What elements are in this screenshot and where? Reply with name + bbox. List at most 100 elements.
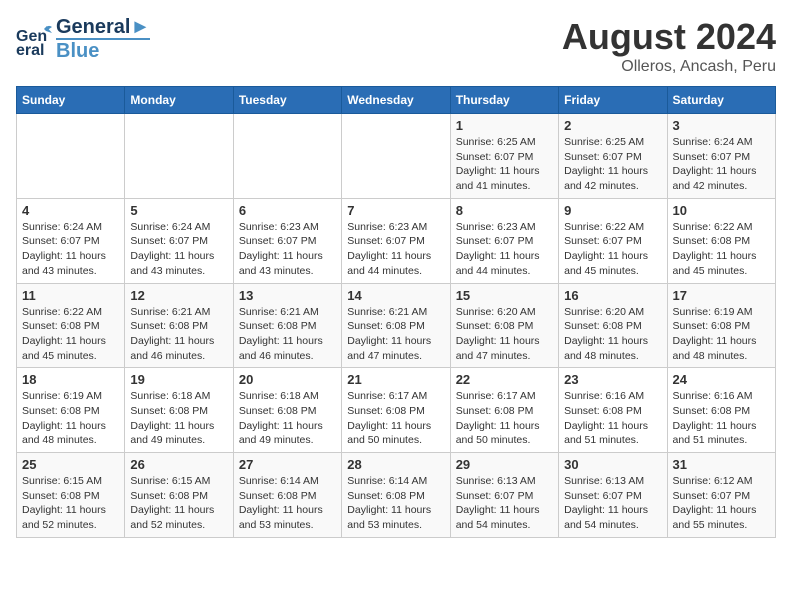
calendar-day-25: 25Sunrise: 6:15 AM Sunset: 6:08 PM Dayli… [17, 453, 125, 538]
day-number: 4 [22, 203, 119, 218]
day-info: Sunrise: 6:22 AM Sunset: 6:08 PM Dayligh… [22, 305, 119, 364]
day-info: Sunrise: 6:17 AM Sunset: 6:08 PM Dayligh… [347, 389, 444, 448]
day-info: Sunrise: 6:24 AM Sunset: 6:07 PM Dayligh… [22, 220, 119, 279]
calendar-day-7: 7 Sunrise: 6:23 AM Sunset: 6:07 PM Daylig… [342, 198, 450, 283]
empty-cell [342, 114, 450, 199]
day-info: Sunrise: 6:17 AM Sunset: 6:08 PM Dayligh… [456, 389, 553, 448]
calendar-day-19: 19 Sunrise: 6:18 AM Sunset: 6:08 PM Dayli… [125, 368, 233, 453]
calendar-day-29: 29 Sunrise: 6:13 AM Sunset: 6:07 PM Dayli… [450, 453, 558, 538]
day-info: Sunrise: 6:25 AM Sunset: 6:07 PM Dayligh… [456, 135, 553, 194]
day-number: 22 [456, 372, 553, 387]
day-number: 23 [564, 372, 661, 387]
column-header-sunday: Sunday [17, 87, 125, 114]
day-number: 16 [564, 288, 661, 303]
day-info: Sunrise: 6:14 AM Sunset: 6:08 PM Dayligh… [239, 474, 336, 533]
day-info: Sunrise: 6:13 AM Sunset: 6:07 PM Dayligh… [456, 474, 553, 533]
calendar-day-10: 10Sunrise: 6:22 AM Sunset: 6:08 PM Dayli… [667, 198, 775, 283]
day-number: 14 [347, 288, 444, 303]
calendar-day-12: 12 Sunrise: 6:21 AM Sunset: 6:08 PM Dayli… [125, 283, 233, 368]
column-header-monday: Monday [125, 87, 233, 114]
day-number: 12 [130, 288, 227, 303]
svg-text:eral: eral [16, 42, 44, 57]
calendar-day-21: 21 Sunrise: 6:17 AM Sunset: 6:08 PM Dayli… [342, 368, 450, 453]
calendar-week-1: 1 Sunrise: 6:25 AM Sunset: 6:07 PM Daylig… [17, 114, 776, 199]
page-subtitle: Olleros, Ancash, Peru [562, 58, 776, 76]
day-info: Sunrise: 6:13 AM Sunset: 6:07 PM Dayligh… [564, 474, 661, 533]
calendar-day-6: 6Sunrise: 6:23 AM Sunset: 6:07 PM Daylig… [233, 198, 341, 283]
column-header-saturday: Saturday [667, 87, 775, 114]
calendar-day-30: 30 Sunrise: 6:13 AM Sunset: 6:07 PM Dayli… [559, 453, 667, 538]
day-info: Sunrise: 6:20 AM Sunset: 6:08 PM Dayligh… [564, 305, 661, 364]
day-number: 29 [456, 457, 553, 472]
day-number: 18 [22, 372, 119, 387]
day-number: 25 [22, 457, 119, 472]
empty-cell [233, 114, 341, 199]
day-number: 21 [347, 372, 444, 387]
day-info: Sunrise: 6:19 AM Sunset: 6:08 PM Dayligh… [673, 305, 770, 364]
day-info: Sunrise: 6:21 AM Sunset: 6:08 PM Dayligh… [130, 305, 227, 364]
empty-cell [17, 114, 125, 199]
calendar-day-5: 5 Sunrise: 6:24 AM Sunset: 6:07 PM Daylig… [125, 198, 233, 283]
day-number: 7 [347, 203, 444, 218]
calendar-day-27: 27Sunrise: 6:14 AM Sunset: 6:08 PM Dayli… [233, 453, 341, 538]
calendar-week-4: 18 Sunrise: 6:19 AM Sunset: 6:08 PM Dayli… [17, 368, 776, 453]
title-area: August 2024 Olleros, Ancash, Peru [562, 16, 776, 76]
day-info: Sunrise: 6:14 AM Sunset: 6:08 PM Dayligh… [347, 474, 444, 533]
calendar-header-row: SundayMondayTuesdayWednesdayThursdayFrid… [17, 87, 776, 114]
page-title: August 2024 [562, 16, 776, 58]
day-info: Sunrise: 6:18 AM Sunset: 6:08 PM Dayligh… [239, 389, 336, 448]
day-number: 10 [673, 203, 770, 218]
day-number: 30 [564, 457, 661, 472]
column-header-tuesday: Tuesday [233, 87, 341, 114]
day-number: 6 [239, 203, 336, 218]
day-info: Sunrise: 6:20 AM Sunset: 6:08 PM Dayligh… [456, 305, 553, 364]
day-number: 11 [22, 288, 119, 303]
calendar-day-24: 24 Sunrise: 6:16 AM Sunset: 6:08 PM Dayli… [667, 368, 775, 453]
calendar-table: SundayMondayTuesdayWednesdayThursdayFrid… [16, 86, 776, 538]
day-number: 5 [130, 203, 227, 218]
calendar-day-4: 4 Sunrise: 6:24 AM Sunset: 6:07 PM Daylig… [17, 198, 125, 283]
calendar-week-3: 11 Sunrise: 6:22 AM Sunset: 6:08 PM Dayli… [17, 283, 776, 368]
day-info: Sunrise: 6:23 AM Sunset: 6:07 PM Dayligh… [456, 220, 553, 279]
calendar-day-28: 28Sunrise: 6:14 AM Sunset: 6:08 PM Dayli… [342, 453, 450, 538]
day-number: 20 [239, 372, 336, 387]
day-number: 26 [130, 457, 227, 472]
day-number: 17 [673, 288, 770, 303]
calendar-day-23: 23Sunrise: 6:16 AM Sunset: 6:08 PM Dayli… [559, 368, 667, 453]
calendar-day-3: 3Sunrise: 6:24 AM Sunset: 6:07 PM Daylig… [667, 114, 775, 199]
day-number: 1 [456, 118, 553, 133]
logo-text-blue: Blue [56, 38, 150, 62]
logo-text-general: General► [56, 16, 150, 38]
day-number: 24 [673, 372, 770, 387]
day-info: Sunrise: 6:21 AM Sunset: 6:08 PM Dayligh… [347, 305, 444, 364]
day-info: Sunrise: 6:25 AM Sunset: 6:07 PM Dayligh… [564, 135, 661, 194]
empty-cell [125, 114, 233, 199]
calendar-day-8: 8 Sunrise: 6:23 AM Sunset: 6:07 PM Daylig… [450, 198, 558, 283]
calendar-day-15: 15Sunrise: 6:20 AM Sunset: 6:08 PM Dayli… [450, 283, 558, 368]
day-info: Sunrise: 6:19 AM Sunset: 6:08 PM Dayligh… [22, 389, 119, 448]
day-info: Sunrise: 6:24 AM Sunset: 6:07 PM Dayligh… [673, 135, 770, 194]
day-info: Sunrise: 6:21 AM Sunset: 6:08 PM Dayligh… [239, 305, 336, 364]
day-number: 31 [673, 457, 770, 472]
column-header-wednesday: Wednesday [342, 87, 450, 114]
calendar-week-5: 25 Sunrise: 6:15 AM Sunset: 6:08 PM Dayli… [17, 453, 776, 538]
calendar-day-31: 31 Sunrise: 6:12 AM Sunset: 6:07 PM Dayli… [667, 453, 775, 538]
day-number: 19 [130, 372, 227, 387]
day-info: Sunrise: 6:15 AM Sunset: 6:08 PM Dayligh… [130, 474, 227, 533]
calendar-day-26: 26 Sunrise: 6:15 AM Sunset: 6:08 PM Dayli… [125, 453, 233, 538]
calendar-day-22: 22 Sunrise: 6:17 AM Sunset: 6:08 PM Dayli… [450, 368, 558, 453]
day-info: Sunrise: 6:23 AM Sunset: 6:07 PM Dayligh… [347, 220, 444, 279]
logo-icon: Gen eral [16, 21, 52, 57]
day-info: Sunrise: 6:16 AM Sunset: 6:08 PM Dayligh… [673, 389, 770, 448]
day-number: 8 [456, 203, 553, 218]
day-info: Sunrise: 6:18 AM Sunset: 6:08 PM Dayligh… [130, 389, 227, 448]
calendar-day-14: 14 Sunrise: 6:21 AM Sunset: 6:08 PM Dayli… [342, 283, 450, 368]
day-info: Sunrise: 6:12 AM Sunset: 6:07 PM Dayligh… [673, 474, 770, 533]
calendar-day-17: 17 Sunrise: 6:19 AM Sunset: 6:08 PM Dayli… [667, 283, 775, 368]
day-number: 13 [239, 288, 336, 303]
calendar-day-20: 20 Sunrise: 6:18 AM Sunset: 6:08 PM Dayli… [233, 368, 341, 453]
day-info: Sunrise: 6:24 AM Sunset: 6:07 PM Dayligh… [130, 220, 227, 279]
day-number: 2 [564, 118, 661, 133]
calendar-day-13: 13 Sunrise: 6:21 AM Sunset: 6:08 PM Dayli… [233, 283, 341, 368]
calendar-day-18: 18 Sunrise: 6:19 AM Sunset: 6:08 PM Dayli… [17, 368, 125, 453]
